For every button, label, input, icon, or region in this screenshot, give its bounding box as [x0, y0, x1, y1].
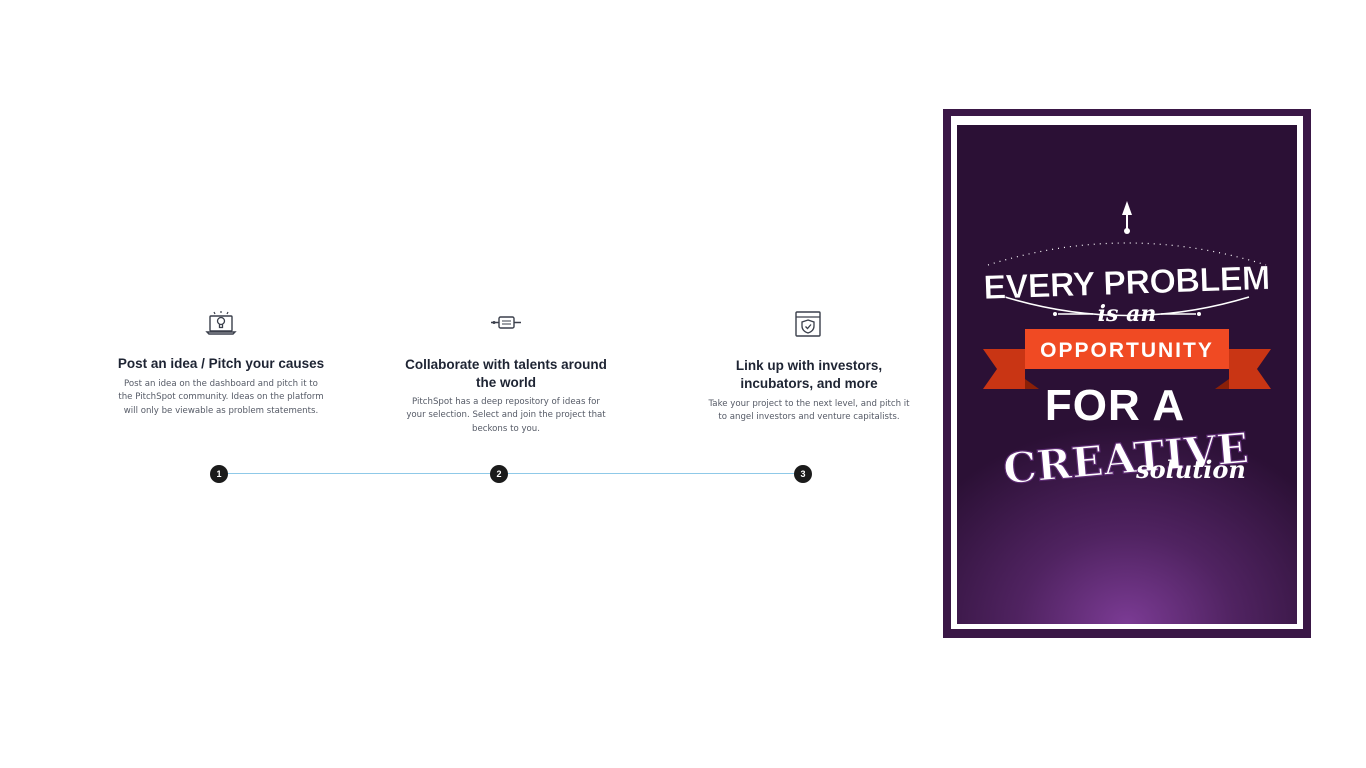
shield-browser-icon: [795, 311, 821, 337]
timeline-step-3[interactable]: 3: [794, 465, 812, 483]
step-1-description-line: will only be viewable as problem stateme…: [123, 405, 319, 416]
poster-line-4: FOR A: [1045, 381, 1185, 430]
step-2-title: Collaborate with talents around the worl…: [396, 356, 616, 392]
timeline-step-1[interactable]: 1: [210, 465, 228, 483]
poster-line-3: OPPORTUNITY: [1040, 339, 1214, 362]
page: Post an idea / Pitch your causes Post an…: [0, 0, 1366, 768]
poster-line-6: solution: [1135, 455, 1246, 484]
poster-line-2: is an: [1098, 301, 1157, 327]
step-3-description: Take your project to the next level, and…: [704, 398, 914, 425]
step-3-title-line: Link up with investors,: [735, 358, 883, 373]
step-2-description-line: beckons to you.: [472, 423, 540, 434]
step-2-title-line: the world: [476, 375, 536, 390]
step-1-description-line: Post an idea on the dashboard and pitch …: [124, 379, 318, 389]
timeline-line: [219, 473, 803, 474]
step-3-title: Link up with investors, incubators, and …: [708, 357, 910, 393]
collaboration-pipe-icon: [491, 316, 521, 329]
step-2-description: PitchSpot has a deep repository of ideas…: [396, 396, 616, 436]
step-1-description-line: the PitchSpot community. Ideas on the pl…: [118, 392, 324, 403]
step-3-title-line: incubators, and more: [740, 376, 878, 391]
step-2-description-line: your selection. Select and join the proj…: [406, 410, 606, 421]
step-2-title-line: Collaborate with talents around: [405, 357, 607, 372]
arrow-up-icon: [1122, 201, 1132, 234]
timeline-step-2[interactable]: 2: [490, 465, 508, 483]
motivational-poster: EVERY PROBLEM is an OPPORTUNITY FOR A CR…: [943, 109, 1311, 638]
step-1-title: Post an idea / Pitch your causes: [117, 356, 325, 371]
step-3-description-line: to angel investors and venture capitalis…: [718, 412, 900, 423]
poster-artwork: EVERY PROBLEM is an OPPORTUNITY FOR A CR…: [983, 201, 1271, 494]
step-2-description-line: PitchSpot has a deep repository of ideas…: [412, 397, 600, 407]
laptop-lightbulb-icon: [205, 311, 237, 335]
step-1-description: Post an idea on the dashboard and pitch …: [110, 378, 332, 418]
poster-line-1: EVERY PROBLEM: [983, 259, 1270, 307]
step-3-description-line: Take your project to the next level, and…: [708, 399, 910, 409]
